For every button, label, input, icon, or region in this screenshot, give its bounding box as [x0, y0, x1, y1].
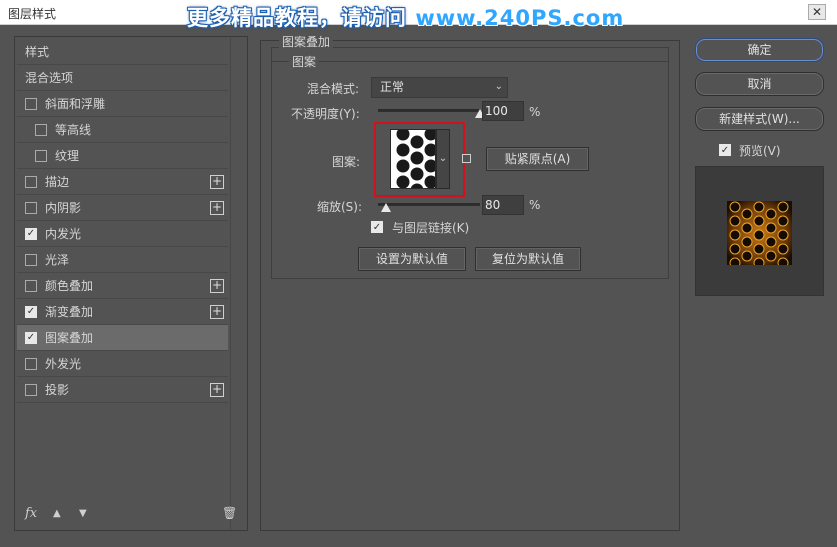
set-default-button[interactable]: 设置为默认值: [358, 247, 466, 271]
pattern-overlay-title: 图案叠加: [279, 33, 334, 50]
style-item-label: 投影: [45, 383, 70, 397]
style-checkbox[interactable]: ✓: [25, 305, 37, 318]
style-item-label: 图案叠加: [45, 331, 94, 345]
style-checkbox[interactable]: [25, 279, 37, 292]
style-item-label: 颜色叠加: [45, 279, 94, 293]
style-item[interactable]: 内阴影 +: [17, 195, 228, 221]
style-preview-swatch: [727, 201, 792, 265]
preview-checkbox[interactable]: ✓: [719, 144, 731, 156]
blend-mode-value: 正常: [380, 80, 405, 94]
watermark-text: 更多精品教程，请访问: [187, 6, 416, 30]
style-item[interactable]: 光泽: [17, 247, 228, 273]
style-item-label: 内阴影: [45, 201, 82, 215]
add-effect-icon[interactable]: +: [210, 305, 224, 319]
style-checkbox[interactable]: [25, 175, 37, 188]
add-effect-icon[interactable]: +: [210, 175, 224, 189]
style-item[interactable]: 混合选项: [17, 65, 228, 91]
watermark-url: www.240PS.com: [415, 6, 625, 30]
scale-slider-track[interactable]: [378, 203, 480, 206]
style-checkbox[interactable]: [25, 201, 37, 214]
style-preview-area: [695, 166, 824, 296]
style-checkbox[interactable]: [25, 383, 37, 396]
style-item-label: 内发光: [45, 227, 82, 241]
dialog-title: 图层样式: [8, 7, 57, 21]
style-item-label: 外发光: [45, 357, 82, 371]
style-item[interactable]: 等高线: [17, 117, 228, 143]
trash-icon[interactable]: 🗑: [222, 506, 237, 520]
scale-input[interactable]: 80: [482, 195, 524, 215]
snap-to-origin-button[interactable]: 贴紧原点(A): [486, 147, 589, 171]
styles-scrollbar[interactable]: [230, 37, 247, 530]
style-item-label: 斜面和浮雕: [45, 97, 106, 111]
style-checkbox[interactable]: [25, 97, 37, 110]
highlight-box: [374, 122, 465, 197]
add-effect-icon[interactable]: +: [210, 201, 224, 215]
style-item-label: 渐变叠加: [45, 305, 94, 319]
cancel-button[interactable]: 取消: [695, 72, 824, 96]
add-effect-icon[interactable]: +: [210, 383, 224, 397]
reset-default-button[interactable]: 复位为默认值: [475, 247, 581, 271]
style-item[interactable]: 投影 +: [17, 377, 228, 403]
style-checkbox[interactable]: [25, 253, 37, 266]
style-item[interactable]: 斜面和浮雕: [17, 91, 228, 117]
opacity-input[interactable]: 100: [482, 101, 524, 121]
style-item-label: 样式: [25, 45, 50, 59]
scale-label: 缩放(S):: [317, 200, 363, 214]
blend-mode-select[interactable]: 正常 ⌄: [371, 77, 508, 98]
style-item[interactable]: 描边 +: [17, 169, 228, 195]
move-down-icon[interactable]: ▼: [79, 508, 87, 519]
style-checkbox[interactable]: [25, 357, 37, 370]
style-item[interactable]: 样式: [17, 39, 228, 65]
style-item[interactable]: 颜色叠加 +: [17, 273, 228, 299]
blend-mode-label: 混合模式:: [307, 82, 360, 96]
style-item-label: 等高线: [55, 123, 92, 137]
chevron-down-icon: ⌄: [494, 81, 503, 92]
style-checkbox[interactable]: [35, 123, 47, 136]
opacity-label: 不透明度(Y):: [291, 107, 360, 121]
pattern-label: 图案:: [332, 155, 361, 169]
style-item-label: 混合选项: [25, 71, 74, 85]
preview-label: 预览(V): [739, 144, 781, 158]
styles-panel: 样式混合选项斜面和浮雕等高线纹理描边 + 内阴影 + ✓ 内发光光泽颜色叠加 + ✓ 渐变叠加 +…: [14, 36, 248, 531]
pattern-subgroup-title: 图案: [289, 53, 320, 70]
add-effect-icon[interactable]: +: [210, 279, 224, 293]
new-style-button[interactable]: 新建样式(W)...: [695, 107, 824, 131]
styles-footer: fx ▲ ▼ 🗑: [23, 506, 241, 526]
style-checkbox[interactable]: ✓: [25, 227, 37, 240]
ok-button[interactable]: 确定: [695, 38, 824, 62]
scale-unit: %: [529, 198, 541, 212]
watermark-banner: 更多精品教程，请访问 www.240PS.com: [187, 2, 624, 32]
scale-slider-thumb[interactable]: [381, 203, 392, 212]
new-preset-icon[interactable]: [462, 154, 471, 163]
fx-menu-button[interactable]: fx: [25, 506, 37, 521]
styles-list: 样式混合选项斜面和浮雕等高线纹理描边 + 内阴影 + ✓ 内发光光泽颜色叠加 + ✓ 渐变叠加 +…: [17, 39, 228, 403]
style-item[interactable]: ✓ 图案叠加: [17, 325, 228, 351]
style-checkbox[interactable]: [35, 149, 47, 162]
style-item[interactable]: ✓ 渐变叠加 +: [17, 299, 228, 325]
style-item-label: 描边: [45, 175, 70, 189]
move-up-icon[interactable]: ▲: [53, 508, 61, 519]
style-item-label: 纹理: [55, 149, 80, 163]
opacity-unit: %: [529, 105, 541, 119]
style-item-label: 光泽: [45, 253, 70, 267]
link-with-layer-label: 与图层链接(K): [392, 221, 470, 235]
style-checkbox[interactable]: ✓: [25, 331, 37, 344]
link-with-layer-checkbox[interactable]: ✓: [371, 221, 383, 233]
pattern-overlay-panel: 图案叠加 图案 混合模式: 正常 ⌄ 不透明度(Y): 100 % 图案: ⌄ …: [260, 33, 680, 531]
close-button[interactable]: ✕: [808, 4, 826, 20]
style-item[interactable]: ✓ 内发光: [17, 221, 228, 247]
dialog-titlebar: 图层样式 更多精品教程，请访问 www.240PS.com ✕: [0, 0, 837, 30]
style-item[interactable]: 外发光: [17, 351, 228, 377]
opacity-slider-track[interactable]: [378, 109, 480, 112]
style-item[interactable]: 纹理: [17, 143, 228, 169]
